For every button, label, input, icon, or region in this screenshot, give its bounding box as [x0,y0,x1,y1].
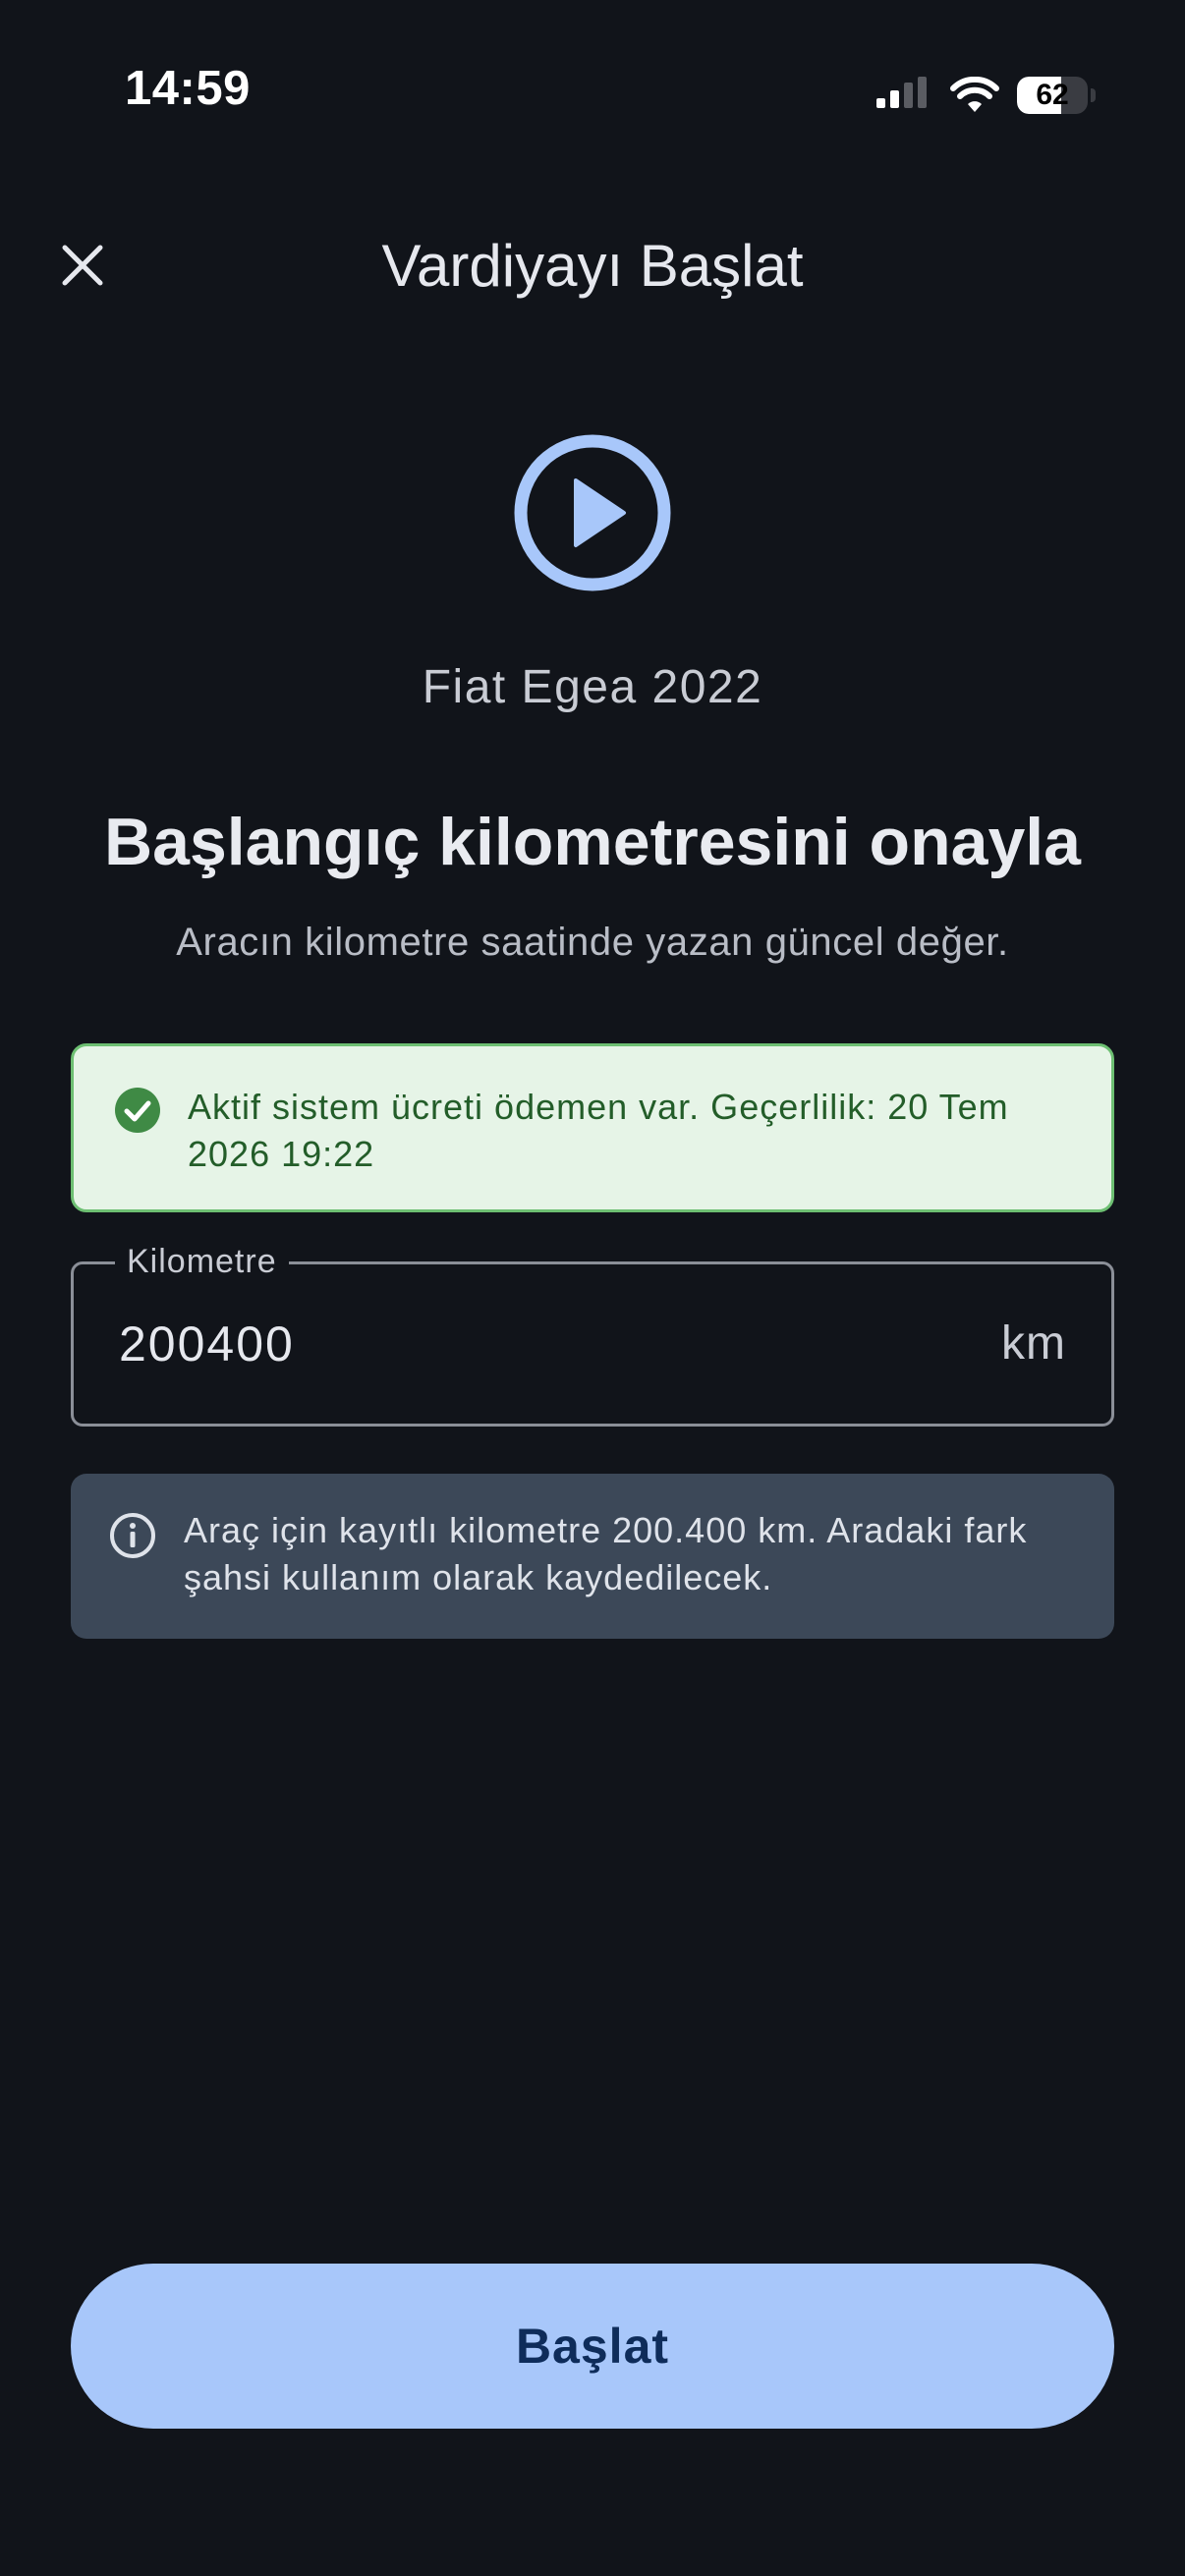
kilometre-input[interactable]: 200400 [119,1264,295,1424]
kilometre-info-alert: Araç için kayıtlı kilometre 200.400 km. … [71,1474,1114,1639]
check-circle-icon [115,1088,160,1133]
payment-status-text: Aktif sistem ücreti ödemen var. Geçerlil… [188,1087,1009,1174]
wifi-icon [950,77,999,112]
signal-icon [876,77,927,108]
start-shift-button[interactable]: Başlat [71,2264,1114,2429]
payment-status-alert: Aktif sistem ücreti ödemen var. Geçerlil… [71,1043,1114,1212]
battery-level: 62 [1036,79,1069,111]
kilometre-field[interactable]: Kilometre 200400 km [71,1241,1114,1427]
status-time: 14:59 [125,62,251,115]
battery-body: 62 [1017,77,1088,114]
battery-tip [1091,88,1096,102]
info-icon [110,1513,155,1558]
kilometre-info-text: Araç için kayıtlı kilometre 200.400 km. … [184,1510,1028,1597]
page-subheading: Aracın kilometre saatinde yazan güncel d… [176,921,1009,964]
status-bar: 14:59 62 [0,0,1185,196]
battery-icon: 62 [1017,77,1096,114]
vehicle-name: Fiat Egea 2022 [422,661,763,713]
page-heading: Başlangıç kilometresini onayla [104,805,1081,879]
kilometre-unit: km [1001,1317,1066,1370]
play-circle-icon [514,434,671,591]
page-title: Vardiyayı Başlat [381,233,804,299]
